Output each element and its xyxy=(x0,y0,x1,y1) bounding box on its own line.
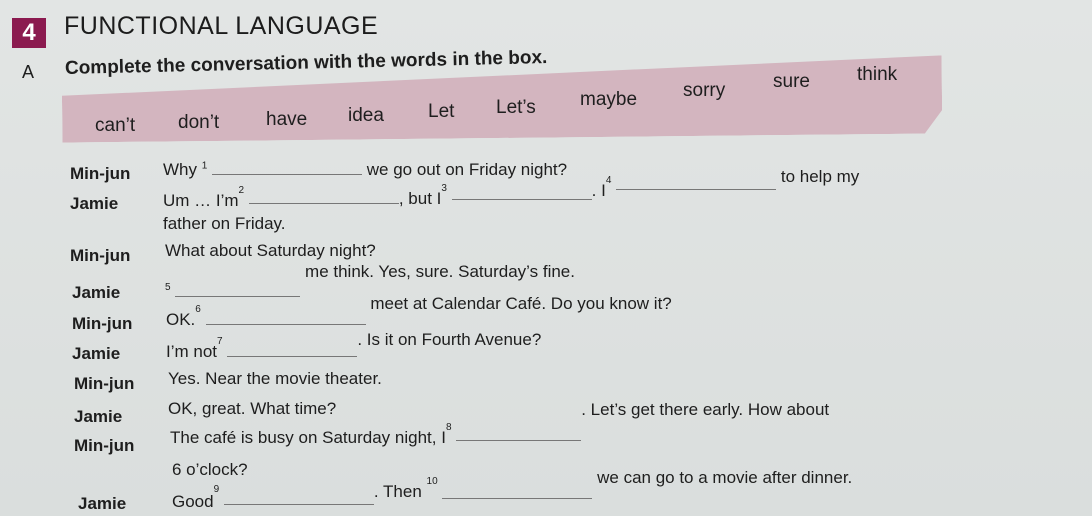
section-number-badge: 4 xyxy=(12,18,46,48)
speaker-label: Min-jun xyxy=(74,374,135,393)
speaker-label: Jamie xyxy=(70,194,119,213)
word-box-item: Let’s xyxy=(496,97,536,118)
word-box-item: can’t xyxy=(95,115,136,136)
speaker-label: Min-jun xyxy=(70,164,131,183)
blank-number: 3 xyxy=(441,183,447,195)
dialogue-line: Um … I’m2 , but I3 . I4 to help my xyxy=(163,167,860,210)
speaker-label: Min-jun xyxy=(72,314,133,333)
dialogue-line-continued: father on Friday. xyxy=(163,214,286,233)
word-box-item: Let xyxy=(428,101,455,122)
blank-number: 7 xyxy=(217,336,223,348)
speaker-label: Jamie xyxy=(72,344,121,363)
blank-number: 6 xyxy=(195,304,201,316)
blank-number: 1 xyxy=(201,160,208,172)
word-box-item: maybe xyxy=(580,89,638,110)
speaker-label: Min-jun xyxy=(70,246,131,265)
blank-number: 4 xyxy=(605,175,612,187)
word-box-item: sorry xyxy=(683,80,726,101)
speaker-label: Min-jun xyxy=(74,436,135,455)
answer-blank[interactable] xyxy=(212,160,363,175)
dialogue-line: The café is busy on Saturday night, I8 .… xyxy=(170,400,830,447)
dialogue-line: OK.6 meet at Calendar Café. Do you know … xyxy=(166,294,672,329)
blank-number: 9 xyxy=(213,484,220,496)
blank-number: 8 xyxy=(445,422,452,434)
speaker-label: Jamie xyxy=(78,494,127,513)
blank-number: 5 xyxy=(165,282,171,294)
answer-blank[interactable] xyxy=(456,426,582,441)
answer-blank[interactable] xyxy=(223,490,374,505)
section-title: FUNCTIONAL LANGUAGE xyxy=(64,12,379,40)
speaker-label: Jamie xyxy=(72,283,121,302)
dialogue-line: I’m not7 . Is it on Fourth Avenue? xyxy=(166,330,542,361)
word-box-item: idea xyxy=(348,105,384,126)
answer-blank[interactable] xyxy=(248,189,399,204)
word-box-item: sure xyxy=(773,71,810,92)
answer-blank[interactable] xyxy=(451,185,592,200)
answer-blank[interactable] xyxy=(175,282,301,297)
answer-blank[interactable] xyxy=(227,342,358,357)
blank-number: 2 xyxy=(238,185,245,197)
dialogue-line: 5 me think. Yes, sure. Saturday’s fine. xyxy=(165,262,575,297)
blank-number: 10 xyxy=(426,476,438,488)
dialogue-line: What about Saturday night? xyxy=(165,241,376,260)
exercise-letter: A xyxy=(22,62,35,82)
dialogue-line: Good9 . Then 10 we can go to a movie aft… xyxy=(172,468,853,511)
answer-blank[interactable] xyxy=(205,310,366,325)
answer-blank[interactable] xyxy=(616,175,777,190)
dialogue-line: Yes. Near the movie theater. xyxy=(168,369,382,388)
word-box-item: think xyxy=(857,64,898,85)
word-box-item: don’t xyxy=(178,112,220,133)
speaker-label: Jamie xyxy=(74,407,123,426)
word-box-item: have xyxy=(266,109,308,130)
answer-blank[interactable] xyxy=(442,484,593,499)
